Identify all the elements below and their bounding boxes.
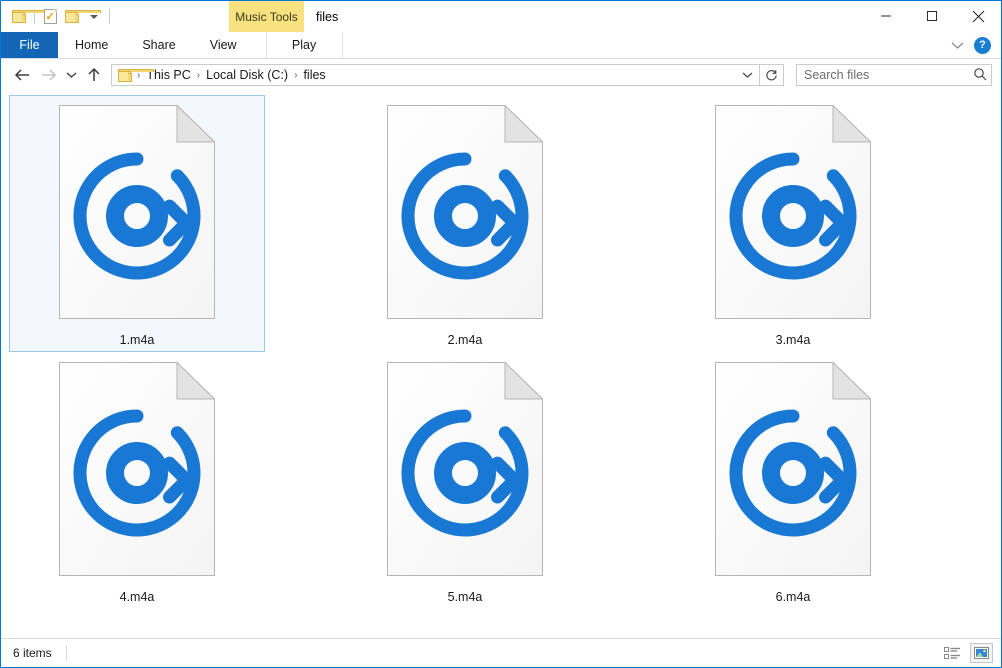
address-bar-row: › This PC › Local Disk (C:) › files Sear…	[1, 59, 1001, 91]
audio-file-icon	[715, 104, 872, 319]
item-count-label: 6 items	[13, 646, 52, 660]
properties-icon[interactable]: ✓	[39, 6, 61, 28]
status-separator	[65, 645, 67, 661]
details-view-button[interactable]	[941, 643, 964, 663]
file-item-1[interactable]: 1.m4a	[9, 95, 265, 352]
search-box[interactable]: Search files	[796, 64, 992, 86]
file-grid: 1.m4a 2.m4a 3.m4a 4.m4a 5.m4a 6.m4a	[9, 95, 1001, 609]
close-button[interactable]	[955, 1, 1001, 31]
breadcrumb[interactable]: › This PC › Local Disk (C:) › files	[111, 64, 760, 86]
ribbon-right-controls: ?	[950, 32, 997, 58]
file-item-label: 4.m4a	[119, 590, 155, 604]
status-bar: 6 items	[1, 638, 1001, 667]
help-icon-label: ?	[979, 38, 986, 51]
contextual-tab-group-label: Music Tools	[235, 9, 298, 24]
tab-view[interactable]: View	[193, 32, 254, 58]
tab-file-label: File	[19, 38, 40, 52]
up-button[interactable]	[81, 62, 107, 88]
tab-file[interactable]: File	[1, 32, 58, 58]
refresh-button[interactable]	[760, 64, 784, 86]
breadcrumb-item-local-disk[interactable]: Local Disk (C:)	[201, 68, 293, 82]
tab-view-label: View	[209, 38, 237, 52]
customize-caret-icon[interactable]	[83, 6, 105, 28]
folder-icon	[117, 68, 154, 82]
audio-file-icon	[59, 104, 216, 319]
audio-file-icon	[715, 361, 872, 576]
file-item-label: 5.m4a	[447, 590, 483, 604]
tab-play[interactable]: Play	[265, 32, 343, 58]
file-item-label: 3.m4a	[775, 333, 811, 347]
tab-home[interactable]: Home	[58, 32, 125, 58]
forward-button[interactable]	[35, 62, 61, 88]
contextual-tab-group-title: Music Tools	[229, 1, 304, 32]
audio-file-icon	[387, 361, 544, 576]
tab-play-label: Play	[291, 38, 317, 52]
window-controls	[863, 1, 1001, 31]
qat-separator-2	[109, 9, 110, 24]
tab-share[interactable]: Share	[125, 32, 192, 58]
recent-locations-button[interactable]	[61, 62, 81, 88]
file-list-view[interactable]: 1.m4a 2.m4a 3.m4a 4.m4a 5.m4a 6.m4a	[1, 91, 1001, 638]
folder-glyph-2	[64, 10, 101, 23]
tab-home-label: Home	[75, 38, 109, 52]
file-item-5[interactable]: 5.m4a	[337, 352, 593, 609]
document-check-glyph: ✓	[43, 9, 57, 24]
file-explorer-window: ✓ Music Tools files File Home Share View…	[0, 0, 1002, 668]
help-icon[interactable]: ?	[974, 36, 991, 54]
chevron-down-icon[interactable]	[950, 38, 964, 52]
tab-share-label: Share	[142, 38, 176, 52]
file-item-label: 1.m4a	[119, 333, 155, 347]
file-item-2[interactable]: 2.m4a	[337, 95, 593, 352]
new-folder-icon[interactable]	[8, 6, 48, 28]
file-item-label: 6.m4a	[775, 590, 811, 604]
folder-glyph	[11, 10, 48, 23]
minimize-button[interactable]	[863, 1, 909, 31]
address-dropdown-icon[interactable]	[737, 65, 757, 85]
audio-file-icon	[387, 104, 544, 319]
large-icons-view-button[interactable]	[970, 643, 993, 663]
file-item-3[interactable]: 3.m4a	[665, 95, 921, 352]
title-bar: ✓ Music Tools files	[1, 1, 1001, 32]
view-toggle-group	[941, 639, 993, 667]
back-button[interactable]	[9, 62, 35, 88]
file-item-label: 2.m4a	[447, 333, 483, 347]
maximize-button[interactable]	[909, 1, 955, 31]
search-input[interactable]: Search files	[804, 68, 973, 82]
open-folder-icon[interactable]	[61, 6, 101, 28]
file-item-6[interactable]: 6.m4a	[665, 352, 921, 609]
ribbon-tab-strip: File Home Share View Play ?	[1, 32, 1001, 59]
quick-access-toolbar: ✓	[1, 1, 114, 32]
breadcrumb-item-files[interactable]: files	[298, 68, 330, 82]
search-icon[interactable]	[973, 67, 987, 84]
audio-file-icon	[59, 361, 216, 576]
file-item-4[interactable]: 4.m4a	[9, 352, 265, 609]
window-title: files	[316, 10, 339, 24]
